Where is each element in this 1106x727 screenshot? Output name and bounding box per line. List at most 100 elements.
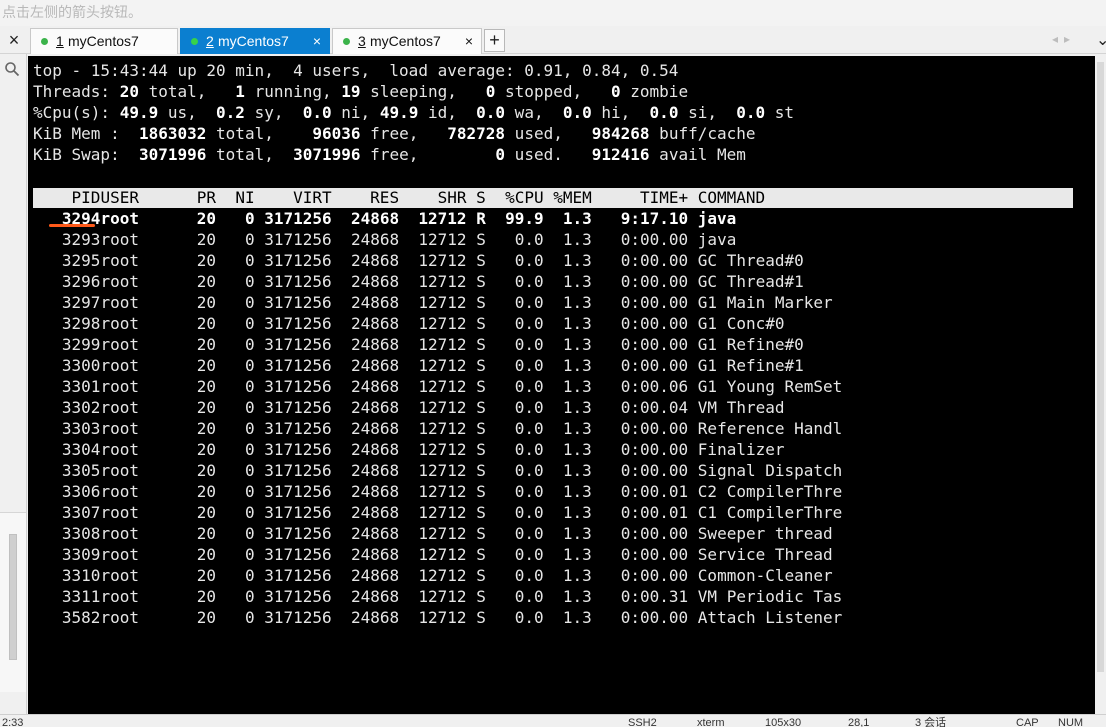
- cell-0: 3308: [61, 524, 101, 543]
- search-icon[interactable]: [4, 61, 20, 82]
- cell-3: 0: [244, 419, 255, 438]
- swap-line: KiB Swap: 3071996 total, 3071996 free, 0…: [33, 145, 746, 164]
- tab-close-icon[interactable]: ×: [313, 29, 321, 53]
- cell-0: 3582: [61, 608, 101, 627]
- new-tab-button[interactable]: +: [484, 29, 505, 52]
- cell-9: 1.3: [562, 356, 592, 375]
- connected-status-icon: [41, 38, 48, 45]
- cell-0: 3299: [61, 335, 101, 354]
- cell-2: PR: [196, 188, 217, 207]
- cell-8: 0.0: [514, 524, 544, 543]
- column-header-row: PIDUSER PR NI VIRT RES SHR S %CPU %MEM T…: [33, 187, 766, 208]
- cell-2: 20: [196, 545, 217, 564]
- cell-4: 3171256: [264, 293, 332, 312]
- cell-5: 24868: [350, 335, 400, 354]
- cell-0: 3297: [61, 293, 101, 312]
- cell-6: 12712: [418, 440, 467, 459]
- cell-1: root: [100, 482, 139, 501]
- cell-6: 12712: [418, 587, 467, 606]
- tab-scroll-arrows[interactable]: ◂▸: [1052, 32, 1076, 46]
- cell-10: 0:00.31: [620, 587, 689, 606]
- cell-8: 0.0: [514, 587, 544, 606]
- cell-1: root: [100, 566, 139, 585]
- cell-6: 12712: [418, 314, 467, 333]
- cell-4: 3171256: [264, 524, 332, 543]
- cell-5: 24868: [350, 461, 400, 480]
- cell-1: root: [100, 608, 139, 627]
- cell-6: SHR: [437, 188, 467, 207]
- cell-9: 1.3: [562, 377, 592, 396]
- cell-0: 3301: [61, 377, 101, 396]
- status-bar: 2:33 SSH2 xterm 105x30 28,1 3 会话 CAP NUM: [0, 714, 1106, 727]
- cell-1: root: [100, 293, 139, 312]
- cell-0: 3305: [61, 461, 101, 480]
- cell-9: 1.3: [562, 293, 592, 312]
- top-summary-line: top - 15:43:44 up 20 min, 4 users, load …: [33, 61, 679, 80]
- tab-session-3[interactable]: 3 myCentos7 ×: [332, 28, 482, 54]
- tab-session-1[interactable]: 1 myCentos7: [30, 28, 178, 54]
- close-panel-icon[interactable]: ×: [4, 29, 24, 51]
- cell-1: root: [100, 461, 139, 480]
- chevron-left-icon[interactable]: ◂: [1052, 32, 1064, 46]
- cell-11: GC Thread#1: [697, 272, 804, 291]
- cell-2: 20: [196, 335, 217, 354]
- tab-label: myCentos7: [68, 33, 139, 49]
- cell-8: %CPU: [505, 188, 544, 207]
- cell-5: 24868: [350, 608, 400, 627]
- cell-9: 1.3: [562, 440, 592, 459]
- cell-8: 0.0: [514, 566, 544, 585]
- process-row: 3306root 20 0 3171256 24868 12712 S 0.0 …: [33, 481, 842, 502]
- cell-7: S: [476, 566, 486, 585]
- cell-7: S: [476, 587, 486, 606]
- process-row: 3305root 20 0 3171256 24868 12712 S 0.0 …: [33, 460, 842, 481]
- cell-5: 24868: [350, 398, 400, 417]
- cell-0: 3295: [61, 251, 101, 270]
- cell-11: G1 Main Marker: [697, 293, 833, 312]
- cell-8: 0.0: [514, 419, 544, 438]
- cell-5: 24868: [350, 293, 400, 312]
- cell-5: 24868: [350, 419, 400, 438]
- cell-3: 0: [244, 587, 255, 606]
- cell-10: 0:00.00: [620, 314, 689, 333]
- cell-5: 24868: [350, 314, 400, 333]
- cell-9: 1.3: [562, 314, 592, 333]
- cell-10: 0:00.06: [620, 377, 689, 396]
- cell-9: 1.3: [562, 608, 592, 627]
- cell-0: 3303: [61, 419, 101, 438]
- cell-2: 20: [196, 314, 217, 333]
- sidebar-scroll-thumb[interactable]: [9, 534, 17, 660]
- process-row: 3301root 20 0 3171256 24868 12712 S 0.0 …: [33, 376, 842, 397]
- cell-1: root: [100, 587, 139, 606]
- cell-5: 24868: [350, 230, 400, 249]
- cell-2: 20: [196, 587, 217, 606]
- app-window: 点击左侧的箭头按钮。 × 1 myCentos7 2 myCentos7 × 3…: [0, 0, 1106, 727]
- cell-5: 24868: [350, 524, 400, 543]
- cell-3: 0: [244, 440, 255, 459]
- tab-label: myCentos7: [370, 33, 441, 49]
- tab-number: 3: [358, 33, 366, 49]
- cell-11: java: [697, 209, 737, 228]
- terminal-scroll-thumb[interactable]: [1097, 62, 1104, 672]
- tab-close-icon[interactable]: ×: [465, 29, 473, 53]
- status-caps: CAP: [1016, 717, 1039, 727]
- cell-0: 3309: [61, 545, 101, 564]
- chevron-down-icon[interactable]: ⌄: [1096, 30, 1106, 50]
- tab-session-2[interactable]: 2 myCentos7 ×: [180, 28, 330, 54]
- cell-10: 0:00.00: [620, 566, 689, 585]
- cell-1: root: [100, 230, 139, 249]
- cell-7: S: [476, 440, 486, 459]
- cell-5: 24868: [350, 251, 400, 270]
- cell-11: G1 Refine#1: [697, 356, 804, 375]
- terminal-screen[interactable]: top - 15:43:44 up 20 min, 4 users, load …: [28, 56, 1095, 714]
- cell-8: 0.0: [514, 461, 544, 480]
- cell-6: 12712: [418, 251, 467, 270]
- cell-0: 3300: [61, 356, 101, 375]
- cell-2: 20: [196, 461, 217, 480]
- cell-4: 3171256: [264, 251, 332, 270]
- cell-7: S: [476, 293, 486, 312]
- tab-number: 2: [206, 33, 214, 49]
- cell-6: 12712: [418, 398, 467, 417]
- hint-text: 点击左侧的箭头按钮。: [0, 0, 1106, 26]
- cell-1: root: [100, 377, 139, 396]
- chevron-right-icon[interactable]: ▸: [1064, 32, 1076, 46]
